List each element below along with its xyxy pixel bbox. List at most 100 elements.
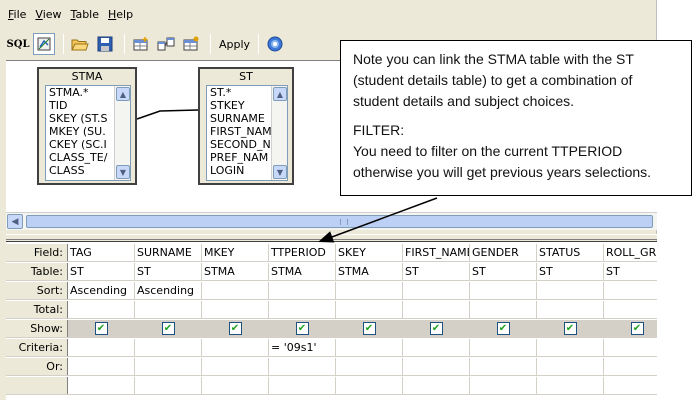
grid-cell-field[interactable]: TAG: [68, 244, 135, 261]
help-button[interactable]: [264, 33, 286, 55]
grid-cell-table[interactable]: ST: [403, 263, 470, 280]
join-button[interactable]: [155, 33, 177, 55]
grid-cell-field[interactable]: GENDER: [470, 244, 537, 261]
grid-cell-sort[interactable]: [336, 282, 403, 299]
grid-cell-empty[interactable]: [202, 377, 269, 394]
show-checkbox[interactable]: ✔: [496, 322, 510, 335]
grid-cell-criteria[interactable]: [403, 339, 470, 356]
grid-cell-or[interactable]: [403, 358, 470, 375]
sql-view-button[interactable]: SQL: [6, 33, 30, 55]
show-checkbox[interactable]: ✔: [429, 322, 443, 335]
grid-cell-criteria[interactable]: [336, 339, 403, 356]
save-button[interactable]: [94, 33, 116, 55]
grid-cell-sort[interactable]: Ascending: [68, 282, 135, 299]
grid-cell-empty[interactable]: [403, 377, 470, 394]
scroll-left-arrow-icon[interactable]: ◀: [7, 214, 23, 229]
grid-cell-sort[interactable]: [403, 282, 470, 299]
grid-cell-table[interactable]: ST: [604, 263, 657, 280]
show-checkbox[interactable]: ✔: [563, 322, 577, 335]
grid-cell-show[interactable]: ✔: [604, 320, 657, 337]
grid-cell-total[interactable]: [537, 301, 604, 318]
grid-cell-empty[interactable]: [604, 377, 657, 394]
grid-cell-field[interactable]: SKEY: [336, 244, 403, 261]
grid-cell-show[interactable]: ✔: [68, 320, 135, 337]
open-button[interactable]: [69, 33, 91, 55]
grid-cell-or[interactable]: [269, 358, 336, 375]
grid-cell-sort[interactable]: [604, 282, 657, 299]
grid-cell-sort[interactable]: [269, 282, 336, 299]
grid-cell-criteria[interactable]: [470, 339, 537, 356]
properties-button[interactable]: [180, 33, 202, 55]
grid-cell-sort[interactable]: [470, 282, 537, 299]
horizontal-scrollbar[interactable]: ◀: [6, 212, 657, 230]
grid-cell-criteria[interactable]: [202, 339, 269, 356]
grid-cell-or[interactable]: [68, 358, 135, 375]
grid-cell-table[interactable]: ST: [68, 263, 135, 280]
show-checkbox[interactable]: ✔: [94, 322, 108, 335]
vertical-scrollbar[interactable]: ▲ ▼: [271, 86, 287, 180]
grid-cell-criteria[interactable]: [537, 339, 604, 356]
menu-view[interactable]: View: [35, 8, 61, 21]
pane-splitter[interactable]: [6, 234, 657, 240]
grid-cell-total[interactable]: [336, 301, 403, 318]
grid-cell-or[interactable]: [135, 358, 202, 375]
grid-cell-empty[interactable]: [336, 377, 403, 394]
grid-cell-criteria[interactable]: [135, 339, 202, 356]
grid-cell-criteria[interactable]: [604, 339, 657, 356]
grid-cell-table[interactable]: STMA: [269, 263, 336, 280]
scroll-down-arrow-icon[interactable]: ▼: [273, 165, 287, 179]
grid-cell-empty[interactable]: [537, 377, 604, 394]
menu-help[interactable]: Help: [108, 8, 133, 21]
grid-cell-sort[interactable]: [537, 282, 604, 299]
grid-cell-or[interactable]: [604, 358, 657, 375]
scroll-up-arrow-icon[interactable]: ▲: [273, 87, 287, 101]
menu-file[interactable]: File: [8, 8, 26, 21]
show-checkbox[interactable]: ✔: [362, 322, 376, 335]
show-checkbox[interactable]: ✔: [295, 322, 309, 335]
grid-cell-total[interactable]: [470, 301, 537, 318]
grid-cell-empty[interactable]: [135, 377, 202, 394]
grid-cell-field[interactable]: ROLL_GR: [604, 244, 657, 261]
grid-cell-show[interactable]: ✔: [202, 320, 269, 337]
grid-cell-show[interactable]: ✔: [135, 320, 202, 337]
show-checkbox[interactable]: ✔: [161, 322, 175, 335]
grid-cell-or[interactable]: [336, 358, 403, 375]
design-view-button[interactable]: [33, 33, 55, 55]
grid-cell-or[interactable]: [470, 358, 537, 375]
grid-cell-criteria[interactable]: [68, 339, 135, 356]
grid-cell-show[interactable]: ✔: [336, 320, 403, 337]
grid-cell-total[interactable]: [403, 301, 470, 318]
scroll-thumb[interactable]: [26, 215, 653, 228]
grid-cell-show[interactable]: ✔: [269, 320, 336, 337]
grid-cell-total[interactable]: [202, 301, 269, 318]
show-checkbox[interactable]: ✔: [228, 322, 242, 335]
show-checkbox[interactable]: ✔: [630, 322, 644, 335]
grid-cell-field[interactable]: STATUS: [537, 244, 604, 261]
grid-cell-total[interactable]: [604, 301, 657, 318]
grid-cell-field[interactable]: FIRST_NAME: [403, 244, 470, 261]
grid-cell-show[interactable]: ✔: [403, 320, 470, 337]
grid-cell-table[interactable]: ST: [470, 263, 537, 280]
grid-cell-or[interactable]: [202, 358, 269, 375]
grid-cell-total[interactable]: [68, 301, 135, 318]
grid-cell-empty[interactable]: [269, 377, 336, 394]
table-box-st[interactable]: ST ST.* STKEY SURNAME FIRST_NAM SECOND_N PREF…: [198, 67, 294, 185]
grid-cell-empty[interactable]: [470, 377, 537, 394]
grid-cell-field[interactable]: SURNAME: [135, 244, 202, 261]
grid-cell-total[interactable]: [269, 301, 336, 318]
menu-table[interactable]: Table: [71, 8, 99, 21]
grid-cell-empty[interactable]: [68, 377, 135, 394]
grid-cell-show[interactable]: ✔: [537, 320, 604, 337]
grid-cell-field[interactable]: TTPERIOD: [269, 244, 336, 261]
grid-cell-field[interactable]: MKEY: [202, 244, 269, 261]
grid-cell-show[interactable]: ✔: [470, 320, 537, 337]
add-table-button[interactable]: [130, 33, 152, 55]
grid-cell-table[interactable]: STMA: [336, 263, 403, 280]
grid-cell-sort[interactable]: [202, 282, 269, 299]
grid-cell-criteria[interactable]: = '09s1': [269, 339, 336, 356]
grid-cell-table[interactable]: STMA: [202, 263, 269, 280]
grid-cell-table[interactable]: ST: [537, 263, 604, 280]
grid-cell-or[interactable]: [537, 358, 604, 375]
grid-cell-table[interactable]: ST: [135, 263, 202, 280]
apply-button[interactable]: Apply: [216, 33, 253, 55]
